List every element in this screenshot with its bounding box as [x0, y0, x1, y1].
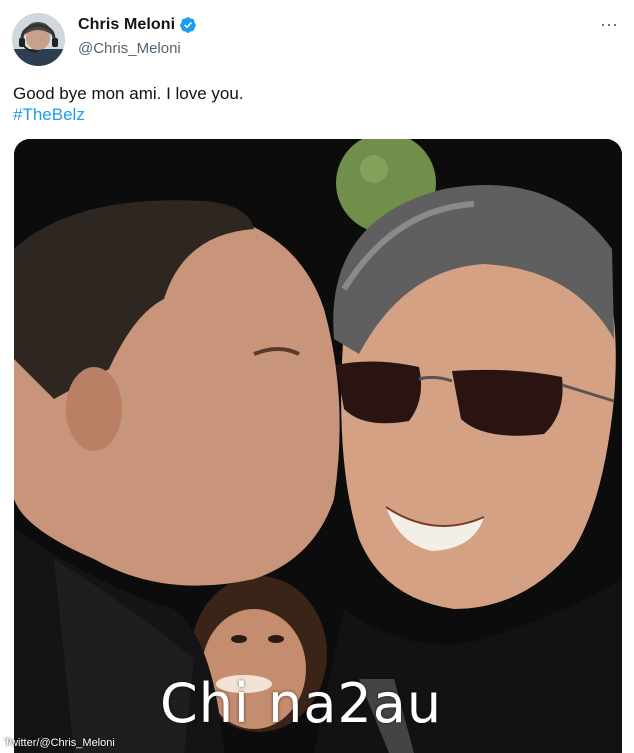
verified-badge-icon: [180, 17, 197, 33]
photo-credit: Twitter/@Chris_Meloni: [4, 737, 115, 749]
user-avatar-image: [12, 13, 65, 66]
tweet-photo[interactable]: [14, 139, 622, 753]
author-display-name[interactable]: Chris Meloni: [78, 16, 175, 34]
watermark-text: Chi na2au: [160, 672, 443, 735]
more-horizontal-icon[interactable]: ···: [598, 14, 620, 34]
author-name[interactable]: Chris Meloni: [78, 16, 197, 34]
hashtag-link[interactable]: #TheBelz: [13, 103, 85, 127]
author-handle[interactable]: @Chris_Meloni: [78, 40, 181, 57]
tweet-card: Chris Meloni @Chris_Meloni ··· Good bye …: [0, 0, 634, 753]
photo-image: [14, 139, 622, 753]
author-avatar[interactable]: [12, 13, 65, 66]
